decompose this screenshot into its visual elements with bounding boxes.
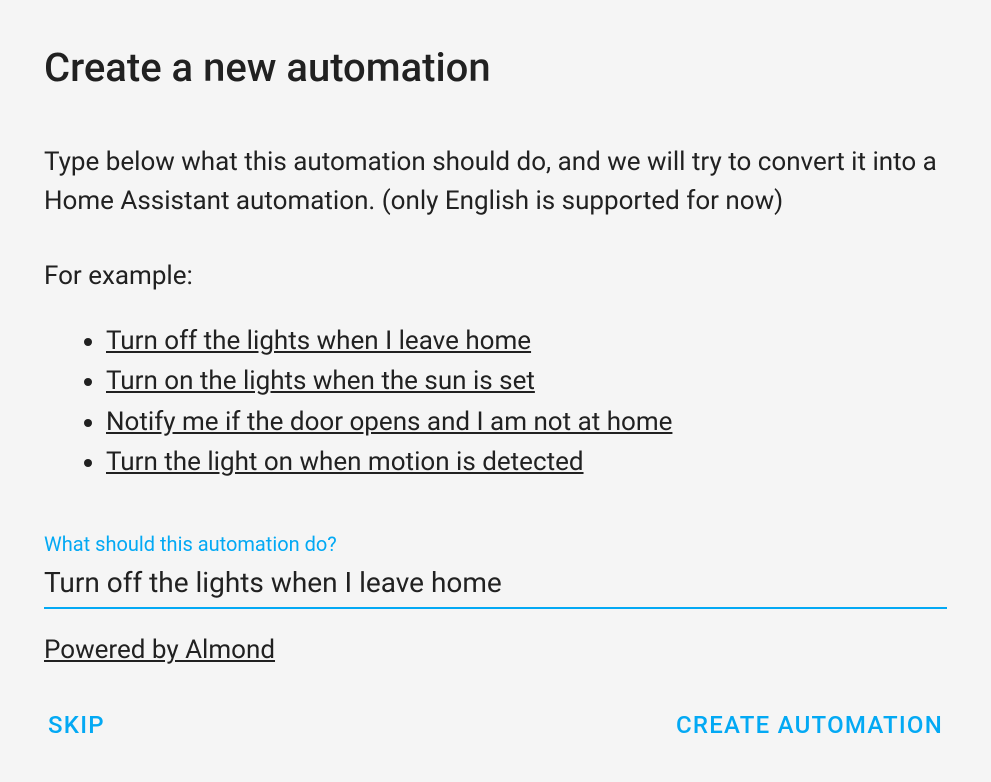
powered-by-link[interactable]: Powered by Almond <box>44 635 275 665</box>
skip-button[interactable]: SKIP <box>44 703 109 747</box>
list-item: Notify me if the door opens and I am not… <box>106 402 947 442</box>
list-item: Turn on the lights when the sun is set <box>106 361 947 401</box>
example-link[interactable]: Turn on the lights when the sun is set <box>106 366 535 396</box>
example-link[interactable]: Turn off the lights when I leave home <box>106 326 531 356</box>
list-item: Turn the light on when motion is detecte… <box>106 442 947 482</box>
examples-list: Turn off the lights when I leave home Tu… <box>44 321 947 482</box>
dialog-title: Create a new automation <box>44 44 947 91</box>
input-group: What should this automation do? <box>44 532 947 609</box>
button-row: SKIP CREATE AUTOMATION <box>44 703 947 747</box>
example-link[interactable]: Turn the light on when motion is detecte… <box>106 447 584 477</box>
example-link[interactable]: Notify me if the door opens and I am not… <box>106 407 672 437</box>
list-item: Turn off the lights when I leave home <box>106 321 947 361</box>
create-automation-button[interactable]: CREATE AUTOMATION <box>672 703 947 747</box>
dialog-description: Type below what this automation should d… <box>44 143 947 221</box>
examples-label: For example: <box>44 261 947 291</box>
input-label: What should this automation do? <box>44 532 947 556</box>
automation-input[interactable] <box>44 562 947 609</box>
